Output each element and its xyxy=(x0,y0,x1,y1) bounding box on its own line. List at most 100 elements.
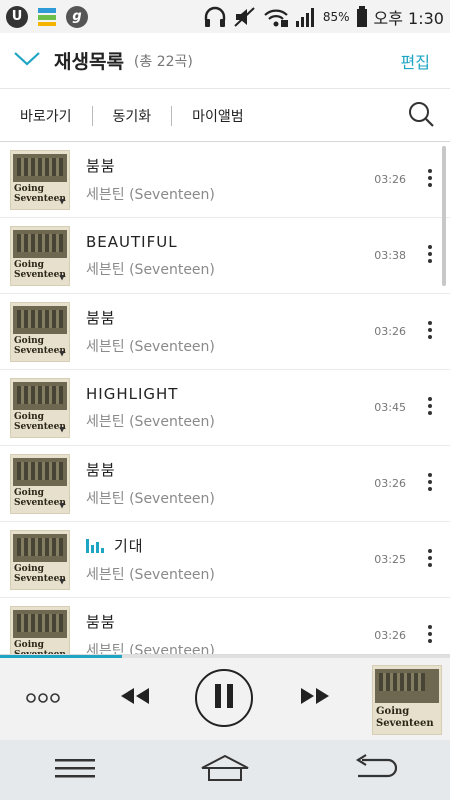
sync-tab[interactable]: 동기화 xyxy=(93,106,172,126)
more-vertical-icon xyxy=(427,548,433,572)
progress-fill xyxy=(0,655,122,658)
song-title: BEAUTIFUL xyxy=(86,232,178,251)
search-button[interactable] xyxy=(406,101,436,131)
album-art: Going Seventeen xyxy=(10,225,70,286)
more-vertical-icon xyxy=(427,396,433,420)
more-horizontal-icon xyxy=(26,689,60,708)
grid-app-icon xyxy=(36,6,58,28)
album-art-text: Seventeen xyxy=(14,193,66,204)
album-art-text: Seventeen xyxy=(14,497,66,508)
home-icon xyxy=(200,754,250,786)
song-more-button[interactable] xyxy=(420,312,440,352)
song-title: 기대 xyxy=(114,537,144,555)
album-art: Going Seventeen xyxy=(10,529,70,590)
progress-track[interactable] xyxy=(0,655,450,658)
album-art: Going Seventeen xyxy=(10,453,70,514)
song-duration: 03:26 xyxy=(374,173,406,186)
album-art-text: Going xyxy=(14,183,44,194)
collapse-button[interactable] xyxy=(0,33,54,89)
navigation-bar xyxy=(0,740,450,800)
mute-icon xyxy=(233,6,257,28)
chevron-down-icon xyxy=(13,51,41,71)
more-vertical-icon xyxy=(427,624,433,648)
headset-icon xyxy=(203,6,227,28)
playlist: Going Seventeen 붐붐 세븐틴 (Seventeen) 03:26… xyxy=(0,142,450,654)
song-duration: 03:26 xyxy=(374,629,406,642)
song-duration: 03:45 xyxy=(374,401,406,414)
song-more-button[interactable] xyxy=(420,464,440,504)
album-art-text: Going xyxy=(14,563,44,574)
list-item[interactable]: Going Seventeen HIGHLIGHT 세븐틴 (Seventeen… xyxy=(0,370,450,446)
song-meta: 붐붐 세븐틴 (Seventeen) xyxy=(86,155,374,204)
track-count: (총 22곡) xyxy=(133,53,193,70)
g-app-icon: g xyxy=(66,5,88,28)
more-vertical-icon xyxy=(427,244,433,268)
my-album-tab[interactable]: 마이앨범 xyxy=(172,106,264,126)
status-bar: U g 85% 오후 1:30 xyxy=(0,0,450,33)
rewind-icon xyxy=(119,686,151,710)
list-item[interactable]: Going Seventeen 붐붐 세븐틴 (Seventeen) 03:26 xyxy=(0,294,450,370)
battery-icon xyxy=(356,5,368,28)
song-title: HIGHLIGHT xyxy=(86,384,179,403)
next-button[interactable] xyxy=(295,683,335,713)
list-item[interactable]: Going Seventeen 붐붐 세븐틴 (Seventeen) 03:26 xyxy=(0,598,450,654)
more-options-button[interactable] xyxy=(26,685,60,711)
more-vertical-icon xyxy=(427,320,433,344)
battery-percent: 85% xyxy=(322,9,350,24)
song-more-button[interactable] xyxy=(420,236,440,276)
list-item[interactable]: Going Seventeen BEAUTIFUL 세븐틴 (Seventeen… xyxy=(0,218,450,294)
song-meta: HIGHLIGHT 세븐틴 (Seventeen) xyxy=(86,385,374,431)
song-title: 붐붐 xyxy=(86,309,116,327)
album-art-text: Going xyxy=(14,335,44,346)
song-meta: 붐붐 세븐틴 (Seventeen) xyxy=(86,307,374,356)
song-artist: 세븐틴 (Seventeen) xyxy=(86,187,215,203)
menu-button[interactable] xyxy=(45,748,105,792)
playlist-header: 재생목록 (총 22곡) 편집 xyxy=(0,33,450,89)
song-duration: 03:38 xyxy=(374,249,406,262)
album-art-text: Going xyxy=(376,706,410,717)
album-art: Going Seventeen xyxy=(10,301,70,362)
back-button[interactable] xyxy=(345,748,405,792)
scrollbar[interactable] xyxy=(442,146,446,286)
pause-button[interactable] xyxy=(195,669,253,727)
equalizer-icon xyxy=(86,538,104,553)
clock: 오후 1:30 xyxy=(373,8,444,28)
edit-button[interactable]: 편집 xyxy=(401,49,430,73)
now-playing-album-art[interactable]: Going Seventeen xyxy=(372,665,442,735)
signal-icon xyxy=(295,7,317,27)
song-duration: 03:25 xyxy=(374,553,406,566)
song-more-button[interactable] xyxy=(420,160,440,200)
song-meta: BEAUTIFUL 세븐틴 (Seventeen) xyxy=(86,233,374,279)
song-more-button[interactable] xyxy=(420,388,440,428)
search-icon xyxy=(407,100,435,132)
album-art-text: Going xyxy=(14,259,44,270)
more-vertical-icon xyxy=(427,472,433,496)
song-artist: 세븐틴 (Seventeen) xyxy=(86,567,215,583)
shortcut-tab[interactable]: 바로가기 xyxy=(0,106,92,126)
song-artist: 세븐틴 (Seventeen) xyxy=(86,643,215,654)
song-more-button[interactable] xyxy=(420,616,440,655)
fast-forward-icon xyxy=(299,686,331,710)
album-art-text: Going xyxy=(14,487,44,498)
song-more-button[interactable] xyxy=(420,540,440,580)
list-item[interactable]: Going Seventeen 기대 세븐틴 (Seventeen) 03:25 xyxy=(0,522,450,598)
album-art-text: Seventeen xyxy=(14,269,66,280)
song-artist: 세븐틴 (Seventeen) xyxy=(86,339,215,355)
song-title: 붐붐 xyxy=(86,613,116,631)
more-vertical-icon xyxy=(427,168,433,192)
song-title: 붐붐 xyxy=(86,461,116,479)
home-button[interactable] xyxy=(195,748,255,792)
u-plus-icon: U xyxy=(6,5,28,28)
song-duration: 03:26 xyxy=(374,477,406,490)
menu-row: 바로가기 동기화 마이앨범 xyxy=(0,90,450,142)
album-art-text: Seventeen xyxy=(376,718,434,729)
song-meta: 기대 세븐틴 (Seventeen) xyxy=(86,535,374,584)
song-artist: 세븐틴 (Seventeen) xyxy=(86,261,215,278)
song-artist: 세븐틴 (Seventeen) xyxy=(86,413,215,430)
previous-button[interactable] xyxy=(115,683,155,713)
list-item[interactable]: Going Seventeen 붐붐 세븐틴 (Seventeen) 03:26 xyxy=(0,142,450,218)
back-arrow-icon xyxy=(352,754,398,786)
song-title: 붐붐 xyxy=(86,157,116,175)
list-item[interactable]: Going Seventeen 붐붐 세븐틴 (Seventeen) 03:26 xyxy=(0,446,450,522)
album-art: Going Seventeen xyxy=(10,377,70,438)
